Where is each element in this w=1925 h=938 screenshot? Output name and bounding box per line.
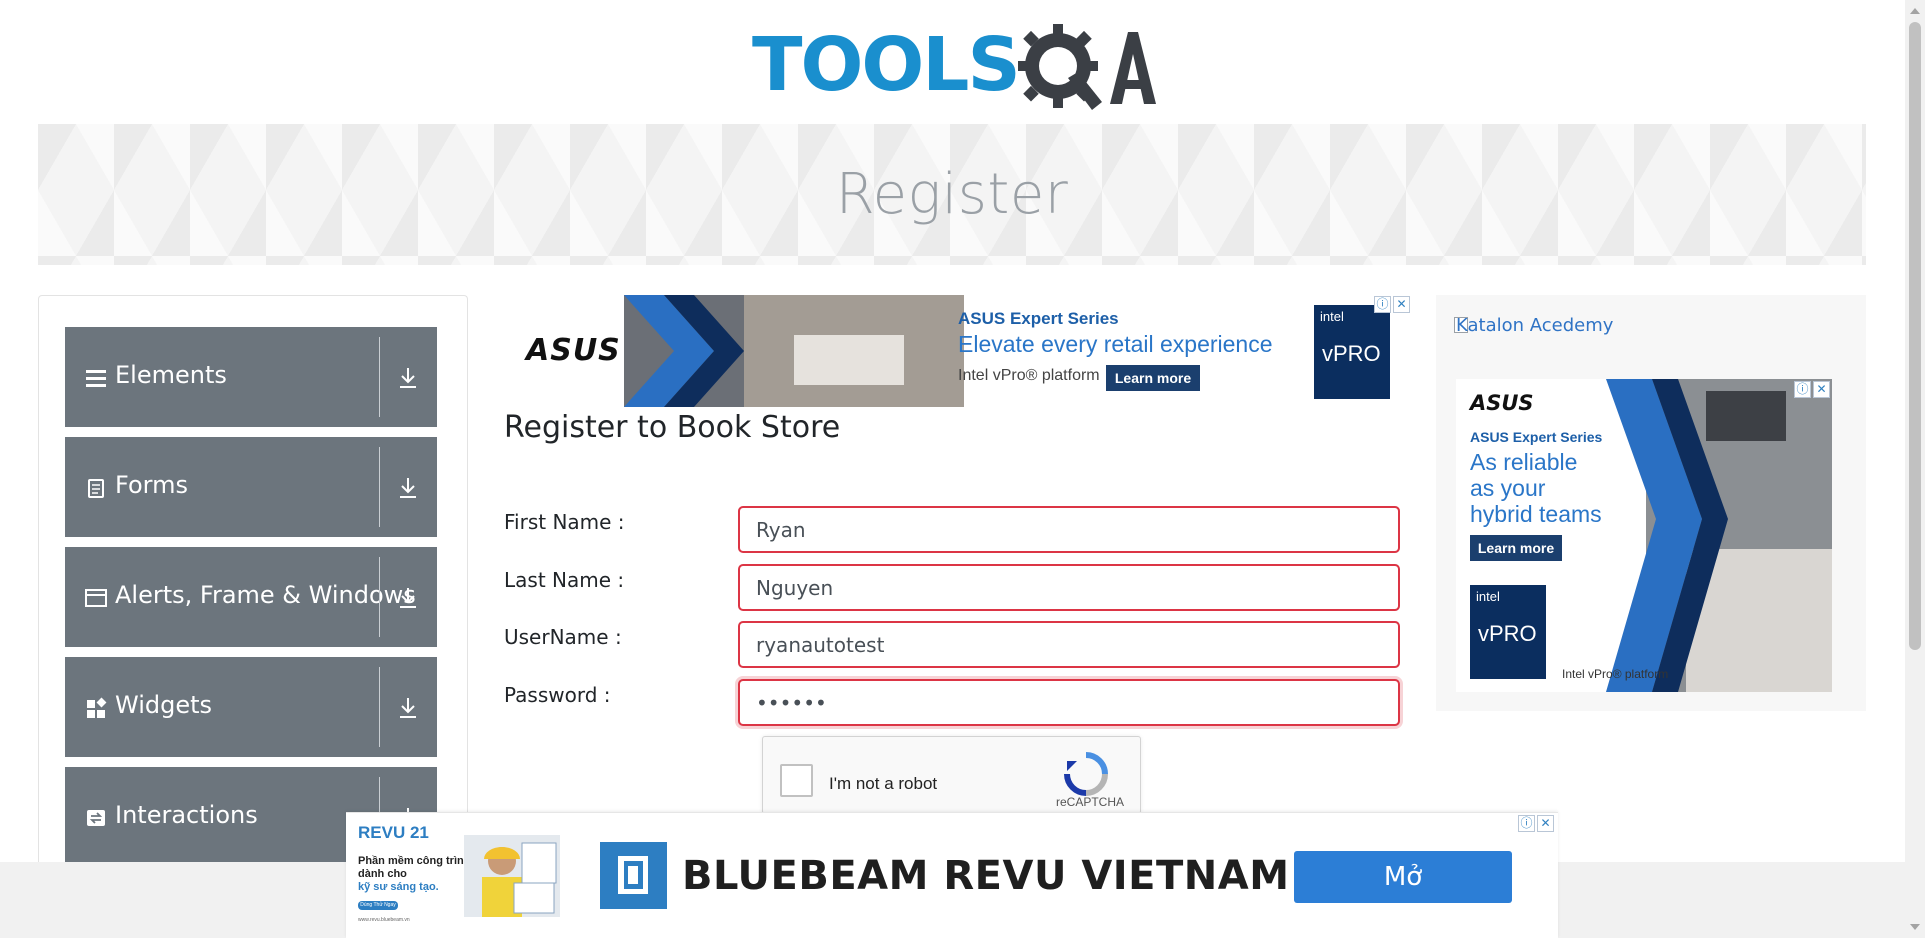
revu-small-button[interactable]: Dùng Thử Ngay [358,901,398,910]
ad-platform: Intel vPro® platform [958,367,1100,384]
ad-controls: ⓘ ✕ [1794,381,1830,399]
logo-text: TOOLS [752,22,1021,108]
sidebar-group-elements[interactable]: Elements [65,327,437,427]
recaptcha-logo-icon [1064,752,1108,796]
revu-tagline: dành cho [358,868,407,880]
username-label: UserName : [504,625,622,649]
bluebeam-bottom-ad[interactable]: REVU 21 Phần mềm công trình dành cho kỹ … [346,812,1558,938]
widgets-icon [87,697,107,718]
intel-vpro-badge: intel vPRO [1470,585,1546,679]
sidebar-group-alerts[interactable]: Alerts, Frame & Windows [65,547,437,647]
ad-series: ASUS Expert Series [1470,429,1603,445]
ad-close-icon[interactable]: ✕ [1393,296,1410,313]
construction-worker-image [464,835,560,917]
form-title: Register to Book Store [504,410,841,445]
page-banner: Register [38,124,1866,265]
vpro-badge-label: vPRO [1478,621,1537,646]
intel-badge-label: intel [1320,309,1344,324]
divider [379,337,380,417]
asus-logo: ASUS [526,333,621,368]
katalon-academy-link[interactable]: Katalon Acedemy [1456,315,1613,336]
asus-side-ad[interactable]: ASUS ASUS Expert Series As reliable as y… [1456,379,1832,692]
page-title: Register [835,162,1069,227]
menu-lines-icon [86,370,106,387]
ad-headline-line: hybrid teams [1470,501,1602,527]
first-name-label: First Name : [504,510,625,534]
ad-learn-more-button[interactable]: Learn more [1470,535,1562,561]
ad-platform: Intel vPro® platform [1562,667,1669,681]
download-arrow-icon[interactable] [393,363,423,393]
ad-series: ASUS Expert Series [958,309,1119,328]
sidebar-group-forms[interactable]: Forms [65,437,437,537]
recaptcha-label: I'm not a robot [829,774,938,793]
password-label: Password : [504,683,611,707]
revu-tagline: Phần mềm công trình [358,855,471,867]
ad-close-icon[interactable]: ✕ [1537,815,1554,832]
scroll-up-arrow-icon[interactable] [1910,8,1920,14]
ad-controls: ⓘ ✕ [1374,296,1410,314]
first-name-input[interactable] [738,506,1400,553]
ad-headline-line: as your [1470,475,1546,501]
sidebar-group-label: Forms [115,471,188,499]
open-button[interactable]: Mở [1294,851,1512,903]
asus-logo: ASUS [1470,391,1534,415]
revu-site: www.revu.bluebeam.vn [358,917,410,923]
recaptcha-checkbox[interactable] [780,764,813,797]
recaptcha-brand: reCAPTCHA [1056,795,1125,809]
ad-learn-more-button[interactable]: Learn more [1106,365,1200,391]
intel-vpro-badge: intel vPRO [1314,305,1390,399]
last-name-label: Last Name : [504,568,625,592]
logo-inner-bar [628,866,638,884]
scroll-down-arrow-icon[interactable] [1910,924,1920,930]
scroll-thumb[interactable] [1909,22,1921,650]
ad-photo [624,295,964,407]
download-arrow-icon[interactable] [393,473,423,503]
sidebar-group-widgets[interactable]: Widgets [65,657,437,757]
window-icon [85,589,107,607]
bluebeam-brand: BLUEBEAM REVU VIETNAM [682,853,1290,899]
ad-controls: ⓘ ✕ [1518,815,1554,833]
ad-info-icon[interactable]: ⓘ [1794,381,1811,398]
document-icon [88,479,104,498]
revu-product: REVU 21 [358,823,429,842]
intel-badge-label: intel [1476,589,1500,604]
right-ad-panel[interactable]: Katalon Acedemy ASUS ASUS Expert Series … [1436,295,1866,711]
page-scrollbar[interactable] [1905,0,1925,938]
revu-tagline: kỹ sư sáng tạo. [358,881,439,893]
ad-info-icon[interactable]: ⓘ [1518,815,1535,832]
ad-headline: Elevate every retail experience [958,331,1273,357]
interactions-icon [87,810,105,826]
username-input[interactable] [738,621,1400,668]
password-input[interactable] [738,679,1400,726]
divider [379,667,380,747]
bluebeam-logo-icon [600,842,667,909]
sidebar-group-label: Interactions [115,801,258,829]
last-name-input[interactable] [738,564,1400,611]
asus-top-ad[interactable]: ASUS ASUS Expert Series Elevate every re… [514,295,1412,407]
divider [379,557,380,637]
ad-close-icon[interactable]: ✕ [1813,381,1830,398]
recaptcha-widget: I'm not a robot reCAPTCHA [762,736,1141,814]
divider [379,447,380,527]
sidebar: Elements Forms Alerts, Frame & Windows W… [38,295,468,895]
download-arrow-icon[interactable] [393,693,423,723]
sidebar-group-label: Elements [115,361,227,389]
sidebar-group-label: Widgets [115,691,213,719]
sidebar-group-label: Alerts, Frame & Windows [115,581,416,609]
gear-q-icon [1018,24,1156,110]
toolsqa-logo[interactable]: TOOLS [752,18,1158,114]
ad-info-icon[interactable]: ⓘ [1374,296,1391,313]
vpro-badge-label: vPRO [1322,341,1381,366]
ad-headline-line: As reliable [1470,449,1578,475]
download-arrow-icon[interactable] [393,583,423,613]
